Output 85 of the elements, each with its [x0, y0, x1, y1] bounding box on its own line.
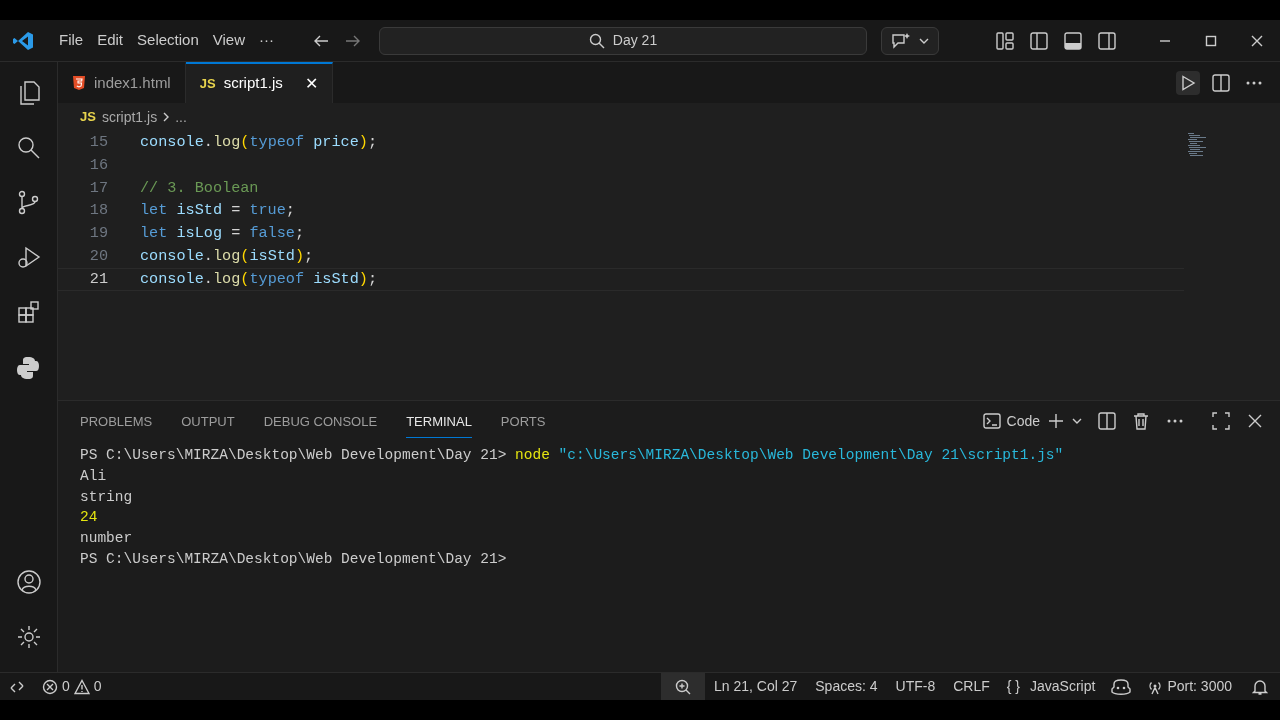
- minimap-drawing: [1188, 133, 1206, 159]
- panel-bottom-icon: [1064, 31, 1082, 50]
- more-icon: [1246, 80, 1262, 85]
- line-number: 18: [88, 200, 108, 222]
- error-icon: [42, 678, 58, 695]
- code-line: // 3. Boolean: [140, 177, 259, 199]
- more-icon: [1166, 419, 1184, 423]
- code-line: let isStd = true;: [140, 200, 295, 222]
- html5-shield-icon: [72, 75, 86, 91]
- trash-icon: [1132, 412, 1150, 430]
- chevron-down-icon: [919, 37, 929, 44]
- python-icon: [15, 355, 42, 381]
- code-line: let isLog = false;: [140, 223, 305, 245]
- settings-icon: [15, 624, 42, 650]
- panel-tab[interactable]: DEBUG CONSOLE: [263, 404, 378, 438]
- editor-logo-icon: [12, 29, 34, 52]
- play-icon: [1180, 74, 1196, 91]
- close-icon: [1251, 34, 1263, 47]
- account-icon: [15, 569, 42, 595]
- search-icon: [588, 32, 605, 49]
- layout-grid-icon: [996, 31, 1014, 50]
- sidebar-right-icon: [1098, 31, 1116, 50]
- terminal-line: 24: [80, 508, 99, 528]
- status-item[interactable]: CRLF: [944, 673, 999, 700]
- terminal-line: string: [80, 487, 134, 507]
- js-file-icon: JS: [199, 73, 216, 94]
- warning-icon: [73, 678, 90, 695]
- status-item[interactable]: Ln 21, Col 27: [705, 673, 807, 700]
- extensions-icon: [15, 300, 42, 326]
- panel-tab[interactable]: OUTPUT: [181, 404, 235, 438]
- chevron-down-icon: [1072, 418, 1082, 424]
- status-item[interactable]: Spaces: 4: [806, 673, 887, 700]
- terminal-line: PS C:\Users\MIRZA\Desktop\Web Development\Day 21> node "c:\Users\MIRZA\Desktop\Web Development\Day 21\script1.js": [80, 446, 1065, 465]
- forward-arrow-icon: [345, 33, 361, 48]
- line-number: 17: [88, 177, 108, 199]
- sidebar-left-icon: [1030, 31, 1048, 50]
- more-button[interactable]: ···: [252, 27, 281, 54]
- editor-tab[interactable]: JS script1.js ✕: [185, 62, 333, 103]
- code-line: console.log(isStd);: [140, 246, 314, 267]
- line-number: 16: [88, 154, 108, 176]
- status-item[interactable]: UTF-8: [886, 673, 945, 700]
- line-number: 21: [88, 268, 108, 290]
- code-line: console.log(typeof price);: [140, 132, 378, 153]
- line-number: 19: [88, 223, 108, 245]
- search-text: Day 21: [612, 31, 658, 50]
- plus-icon: [1048, 413, 1064, 429]
- terminal-profile-button[interactable]: Code: [978, 406, 1044, 436]
- breadcrumb-item[interactable]: script1.js: [101, 106, 158, 128]
- zoom-button[interactable]: [661, 673, 705, 700]
- run-debug-icon: [15, 245, 42, 271]
- zoom-in-icon: [675, 678, 691, 695]
- menu-item[interactable]: Edit: [90, 27, 131, 54]
- menu-item[interactable]: File: [52, 27, 91, 54]
- breadcrumb-item[interactable]: ...: [175, 106, 187, 128]
- remote-icon: [10, 679, 24, 694]
- panel-tab[interactable]: PORTS: [500, 404, 546, 438]
- js-file-icon: JS: [80, 107, 96, 127]
- bell-icon: [1252, 678, 1268, 695]
- run-button[interactable]: [1176, 70, 1200, 95]
- language-status[interactable]: { } JavaScript: [998, 673, 1104, 700]
- line-number: 15: [88, 132, 108, 153]
- port-status[interactable]: Port: 3000: [1139, 673, 1240, 700]
- terminal-line: PS C:\Users\MIRZA\Desktop\Web Development\Day 21>: [80, 550, 508, 569]
- split-editor-icon: [1098, 412, 1116, 430]
- line-number: 20: [88, 246, 108, 267]
- terminal-icon: [982, 413, 1001, 429]
- panel-tab[interactable]: TERMINAL: [406, 404, 472, 438]
- chevron-right-icon: [163, 112, 170, 122]
- terminal-line: Ali: [80, 466, 108, 486]
- terminal-line: number: [80, 529, 134, 549]
- search-field[interactable]: Day 21: [379, 26, 867, 55]
- split-editor-icon: [1212, 73, 1230, 92]
- menu-item[interactable]: View: [205, 27, 252, 54]
- code-line: console.log(typeof isStd);: [140, 268, 378, 290]
- close-tab-button[interactable]: ✕: [304, 71, 318, 96]
- maximize-icon: [1212, 412, 1230, 430]
- back-arrow-icon: [313, 33, 329, 48]
- maximize-icon: [1205, 34, 1217, 47]
- close-icon: [1246, 412, 1264, 430]
- menu-item[interactable]: Selection: [130, 27, 206, 54]
- chat-button[interactable]: [881, 26, 939, 55]
- search-icon: [15, 135, 42, 161]
- problems-status[interactable]: 0 0: [34, 673, 110, 700]
- panel-tab[interactable]: PROBLEMS: [80, 404, 153, 438]
- chat-sparkle-icon: [891, 31, 911, 50]
